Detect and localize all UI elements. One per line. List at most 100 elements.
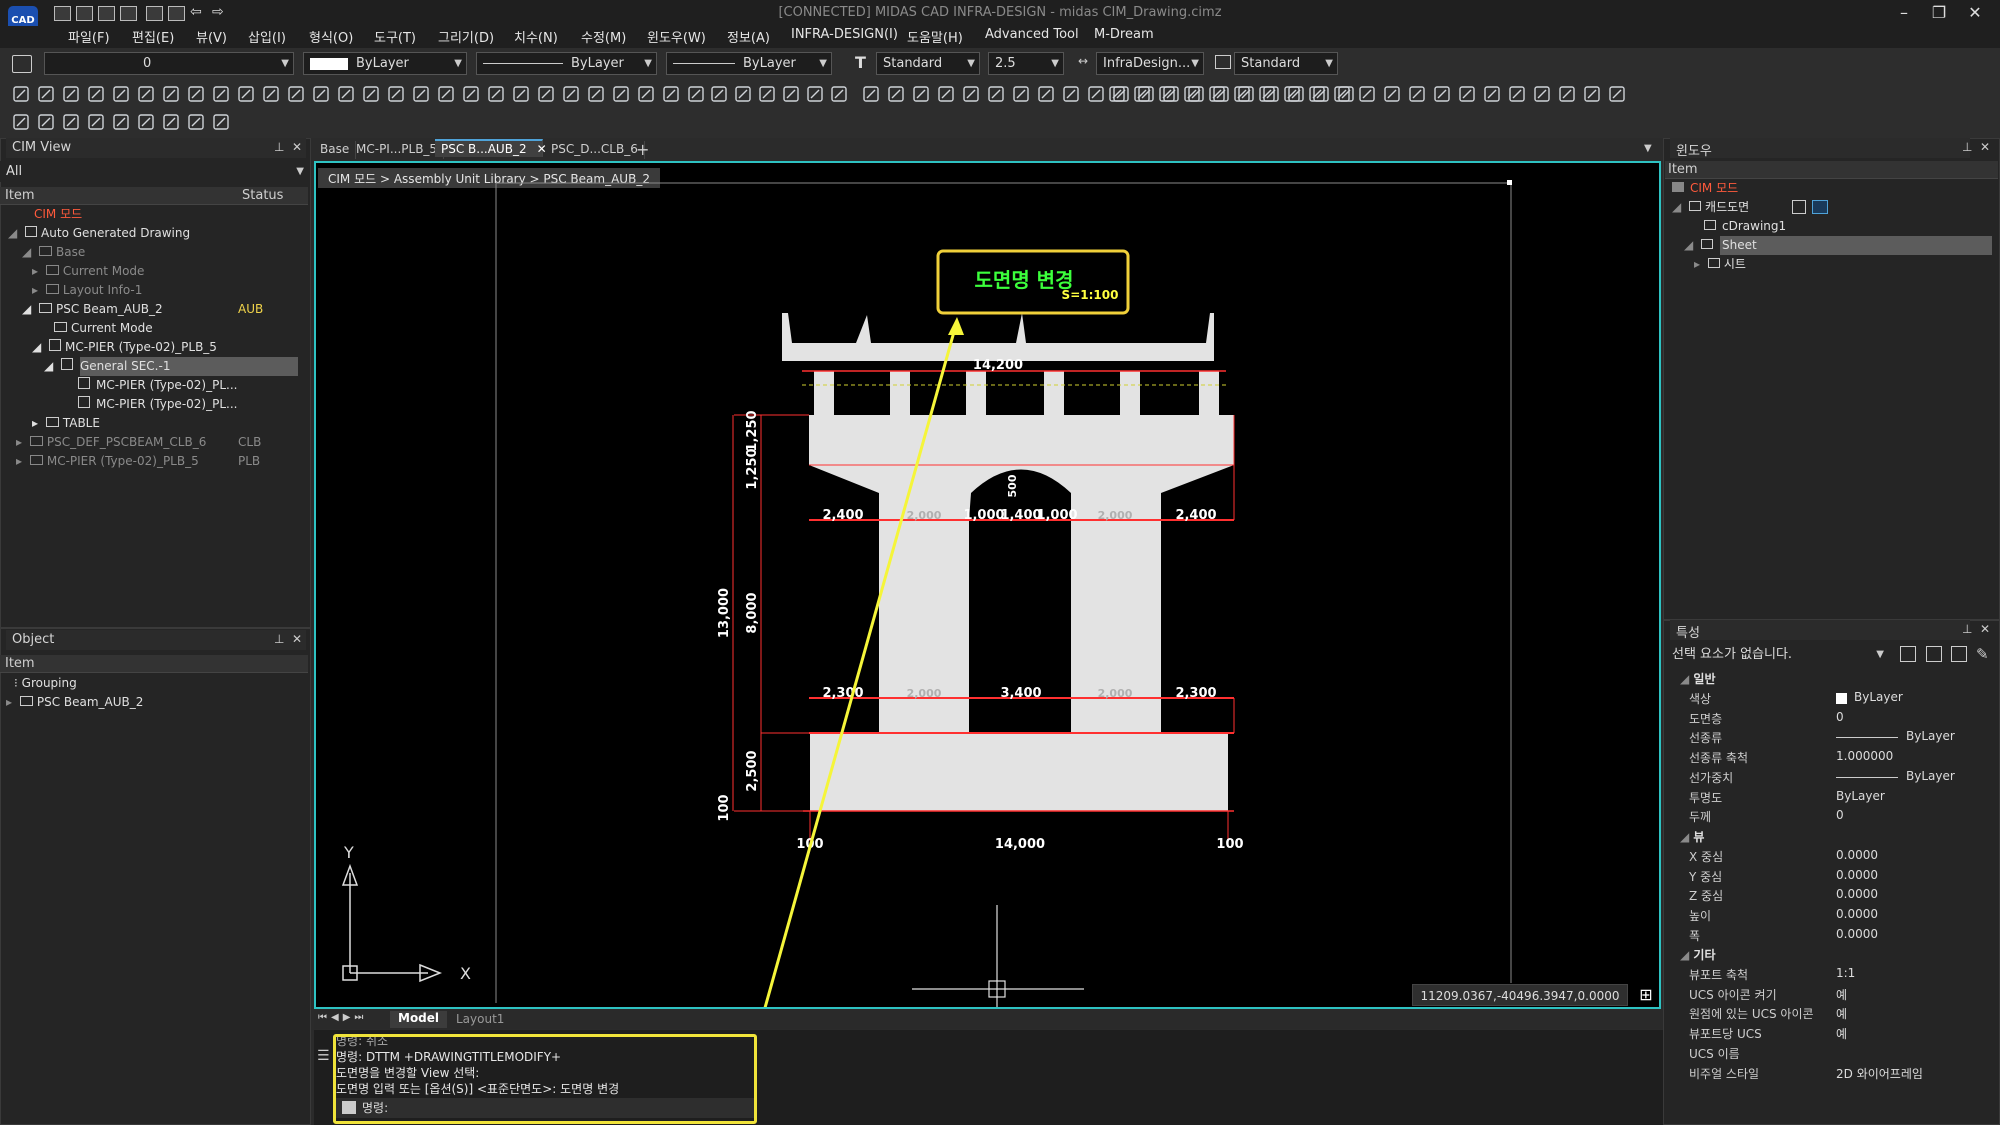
layout-view-icon[interactable]	[1812, 200, 1828, 214]
color-select[interactable]: ByLayer ▼	[303, 52, 467, 75]
tab-model[interactable]: Model	[390, 1011, 448, 1028]
pick-add-icon[interactable]	[1951, 646, 1967, 662]
tree-item-psc-beam[interactable]: ◢ PSC Beam_AUB_2	[22, 300, 163, 319]
pin-icon[interactable]: ⊥	[1962, 140, 1972, 154]
general-prop-value[interactable]: 1.000000	[1836, 749, 1893, 763]
tree-item-base[interactable]: ◢ Base	[22, 243, 85, 262]
grid-view-icon[interactable]: ⊞	[1634, 984, 1658, 1006]
minimize-icon[interactable]: –	[1889, 3, 1919, 23]
status-column[interactable]: Status	[242, 188, 283, 203]
close-panel-icon[interactable]: ✕	[292, 632, 302, 646]
menu-advanced-tool[interactable]: Advanced Tool	[985, 27, 1079, 42]
misc-prop-value[interactable]: 예	[1836, 1005, 1847, 1022]
tree-item-auto-drawing[interactable]: ◢ Auto Generated Drawing	[8, 224, 190, 243]
tree-item-mc-pier-sub2[interactable]: MC-PIER (Type-02)_PL...	[78, 395, 237, 414]
tree-expand-icon[interactable]: ◢	[44, 357, 74, 376]
menu-draw[interactable]: 그리기(D)	[438, 27, 494, 46]
tree-item-mc-pier-plb[interactable]: ▸ MC-PIER (Type-02)_PLB_5	[16, 452, 199, 471]
quick-select-icon[interactable]	[1900, 646, 1916, 662]
pin-props-icon[interactable]: ✎	[1976, 645, 1989, 663]
misc-prop-value[interactable]: 1:1	[1836, 966, 1855, 980]
text-style-select[interactable]: Standard ▼	[876, 52, 980, 75]
redo-icon[interactable]: ⇨	[212, 4, 224, 20]
window-item-cad-drawing[interactable]: ◢ 캐드도면	[1672, 198, 1749, 217]
window-item-sheet-sub[interactable]: ▸ 시트	[1694, 255, 1746, 274]
linetype-select[interactable]: ByLayer ▼	[476, 52, 657, 75]
menu-edit[interactable]: 편집(E)	[132, 27, 174, 46]
pin-icon[interactable]: ⊥	[274, 632, 284, 646]
menu-modify[interactable]: 수정(M)	[581, 27, 626, 46]
drawing-title[interactable]: 도면명 변경	[975, 268, 1074, 292]
tree-item-layout-info[interactable]: ▸ Layout Info-1	[32, 281, 142, 300]
menu-window[interactable]: 윈도우(W)	[647, 27, 706, 46]
new-file-icon[interactable]	[54, 6, 71, 21]
lineweight-select[interactable]: ByLayer ▼	[666, 52, 832, 75]
tree-item-mc-pier[interactable]: ◢ MC-PIER (Type-02)_PLB_5	[32, 338, 217, 357]
close-panel-icon[interactable]: ✕	[1980, 140, 1990, 154]
text-size-select[interactable]: 2.5 ▼	[988, 52, 1064, 75]
layer-select[interactable]: 0 ▼	[44, 52, 294, 75]
view-prop-value[interactable]: 0.0000	[1836, 907, 1878, 921]
view-prop-value[interactable]: 0.0000	[1836, 887, 1878, 901]
misc-prop-value[interactable]: 예	[1836, 986, 1847, 1003]
command-menu-icon[interactable]: ☰	[317, 1048, 330, 1064]
item-column[interactable]: Item	[5, 656, 35, 671]
new-tab-button[interactable]: +	[630, 139, 655, 159]
view-prop-value[interactable]: 0.0000	[1836, 927, 1878, 941]
menu-m-dream[interactable]: M-Dream	[1094, 27, 1154, 42]
menu-tools[interactable]: 도구(T)	[374, 27, 416, 46]
tab-list-icon[interactable]: ▼	[1644, 143, 1652, 154]
general-prop-value[interactable]: ByLayer	[1836, 729, 1955, 743]
general-prop-value[interactable]: ByLayer	[1836, 769, 1955, 783]
menu-file[interactable]: 파일(F)	[68, 27, 110, 46]
window-sheet-expand-icon[interactable]: ◢	[1684, 236, 1717, 255]
close-panel-icon[interactable]: ✕	[292, 140, 302, 154]
open-file-icon[interactable]	[76, 6, 93, 21]
tab-psc-beam[interactable]: PSC B...AUB_2 ✕	[435, 139, 547, 157]
object-item-grouping[interactable]: ⁝ Grouping	[14, 674, 77, 693]
selection-select[interactable]: 선택 요소가 없습니다. ▼	[1666, 644, 1888, 667]
tree-item-mc-pier-sub1[interactable]: MC-PIER (Type-02)_PL...	[78, 376, 237, 395]
menu-help[interactable]: 도움말(H)	[907, 27, 963, 46]
layer-manager-icon[interactable]	[12, 55, 32, 73]
tree-item-current-mode[interactable]: ▸ Current Mode	[32, 262, 144, 281]
general-prop-value[interactable]: ByLayer	[1836, 690, 1903, 704]
undo-icon[interactable]: ⇦	[190, 4, 202, 20]
tree-item-cim-mode[interactable]: CIM 모드	[34, 205, 82, 224]
plot-icon[interactable]	[168, 6, 185, 21]
misc-prop-value[interactable]: 예	[1836, 1025, 1847, 1042]
window-item-cdrawing1[interactable]: cDrawing1	[1704, 217, 1786, 236]
menu-infra-design[interactable]: INFRA-DESIGN(I)	[791, 27, 898, 42]
menu-insert[interactable]: 삽입(I)	[248, 27, 286, 46]
menu-dimension[interactable]: 치수(N)	[514, 27, 558, 46]
cim-filter-select[interactable]: All ▼	[0, 161, 308, 182]
table-style-select[interactable]: Standard ▼	[1234, 52, 1338, 75]
layout-nav-icon[interactable]: ⏮◀▶⏭	[318, 1012, 367, 1023]
table-style-icon[interactable]	[1215, 55, 1231, 69]
view-prop-value[interactable]: 0.0000	[1836, 848, 1878, 862]
drawing-svg[interactable]: 14,200 1,250 1,250 500 2,400 2,000 1,000…	[316, 163, 1659, 1007]
tab-layout1[interactable]: Layout1	[448, 1012, 512, 1026]
tree-item-table[interactable]: ▸ TABLE	[32, 414, 100, 433]
menu-format[interactable]: 형식(O)	[309, 27, 353, 46]
general-prop-value[interactable]: 0	[1836, 710, 1844, 724]
section-misc[interactable]: ◢ 기타	[1680, 946, 1716, 963]
toolbar-icon-strip[interactable]	[0, 82, 1700, 138]
close-panel-icon[interactable]: ✕	[1980, 622, 1990, 636]
object-item-psc-beam[interactable]: ▸ PSC Beam_AUB_2	[6, 693, 143, 712]
pin-icon[interactable]: ⊥	[1962, 622, 1972, 636]
restore-icon[interactable]: ❐	[1924, 3, 1954, 23]
close-icon[interactable]: ✕	[1960, 3, 1990, 23]
dim-style-select[interactable]: InfraDesign... ▼	[1096, 52, 1204, 75]
item-column[interactable]: Item	[5, 188, 35, 203]
tree-item-current-mode-2[interactable]: Current Mode	[50, 319, 153, 338]
misc-prop-value[interactable]: 2D 와이어프레임	[1836, 1065, 1923, 1082]
item-column[interactable]: Item	[1668, 162, 1698, 177]
text-style-icon[interactable]: T	[855, 53, 866, 72]
menu-view[interactable]: 뷰(V)	[196, 27, 227, 46]
tree-item-general-sec[interactable]: General SEC.-1	[80, 357, 298, 376]
dim-style-icon[interactable]: ↔	[1078, 54, 1088, 68]
view-prop-value[interactable]: 0.0000	[1836, 868, 1878, 882]
section-general[interactable]: ◢ 일반	[1680, 670, 1716, 687]
model-view-icon[interactable]	[1792, 200, 1806, 214]
